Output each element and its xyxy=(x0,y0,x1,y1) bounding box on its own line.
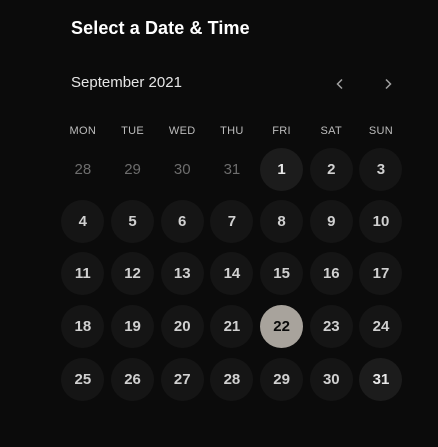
calendar-day[interactable]: 10 xyxy=(359,200,403,243)
calendar-week: 28 29 30 31 1 2 3 xyxy=(58,148,406,193)
calendar-day[interactable]: 6 xyxy=(160,200,204,243)
weekday-label: TUE xyxy=(121,125,144,137)
calendar-day-selected[interactable]: 22 xyxy=(260,305,304,348)
calendar-day[interactable]: 14 xyxy=(210,252,254,295)
calendar-day[interactable]: 18 xyxy=(61,305,105,348)
calendar-day[interactable]: 26 xyxy=(111,358,155,401)
calendar-week: 25 26 27 28 29 30 31 xyxy=(58,358,406,403)
calendar-day[interactable]: 9 xyxy=(309,200,353,243)
chevron-right-icon xyxy=(385,78,392,90)
calendar-day[interactable]: 30 xyxy=(309,358,353,401)
calendar-day-outside: 29 xyxy=(124,161,141,178)
calendar-day[interactable]: 24 xyxy=(359,305,403,348)
calendar-day[interactable]: 25 xyxy=(61,358,105,401)
calendar-day[interactable]: 2 xyxy=(309,148,353,191)
calendar-day[interactable]: 20 xyxy=(160,305,204,348)
calendar-day-outside: 28 xyxy=(74,161,92,178)
calendar-day-outside: 31 xyxy=(223,161,241,178)
calendar-day[interactable]: 16 xyxy=(309,252,353,295)
calendar-day[interactable]: 12 xyxy=(111,252,155,295)
month-label: September 2021 xyxy=(71,74,182,91)
calendar-day[interactable]: 15 xyxy=(260,252,304,295)
weekday-label: SUN xyxy=(368,125,394,137)
weekday-label: THU xyxy=(220,125,244,137)
weekday-label: MON xyxy=(69,125,97,137)
calendar-day[interactable]: 1 xyxy=(260,148,304,191)
calendar-day[interactable]: 13 xyxy=(160,252,204,295)
weekday-label: WED xyxy=(168,125,196,137)
calendar-day[interactable]: 28 xyxy=(210,358,254,401)
calendar-day[interactable]: 5 xyxy=(111,200,155,243)
calendar-day[interactable]: 7 xyxy=(210,200,254,243)
calendar-day[interactable]: 31 xyxy=(359,358,403,401)
calendar-day[interactable]: 11 xyxy=(61,252,105,295)
calendar-day-outside: 30 xyxy=(173,161,191,178)
calendar-day[interactable]: 19 xyxy=(111,305,155,348)
calendar-day[interactable]: 3 xyxy=(359,148,403,191)
page-title: Select a Date & Time xyxy=(71,18,250,38)
calendar-day[interactable]: 4 xyxy=(61,200,105,243)
calendar-day[interactable]: 8 xyxy=(260,200,304,243)
calendar-week: 18 19 20 21 22 23 24 xyxy=(58,305,406,350)
weekday-label: SAT xyxy=(320,125,343,137)
calendar-week: 11 12 13 14 15 16 17 xyxy=(58,252,406,297)
previous-month-button[interactable] xyxy=(326,70,354,98)
calendar-day[interactable]: 29 xyxy=(260,358,304,401)
weekday-label: FRI xyxy=(272,125,291,137)
calendar-week: 4 5 6 7 8 9 10 xyxy=(58,200,406,245)
calendar-day[interactable]: 27 xyxy=(160,358,204,401)
weekday-header: MON TUE WED THU FRI SAT SUN xyxy=(58,125,406,137)
calendar-day[interactable]: 21 xyxy=(210,305,254,348)
calendar-day[interactable]: 17 xyxy=(359,252,403,295)
calendar-day[interactable]: 23 xyxy=(309,305,353,348)
next-month-button[interactable] xyxy=(374,70,402,98)
chevron-left-icon xyxy=(336,78,343,90)
